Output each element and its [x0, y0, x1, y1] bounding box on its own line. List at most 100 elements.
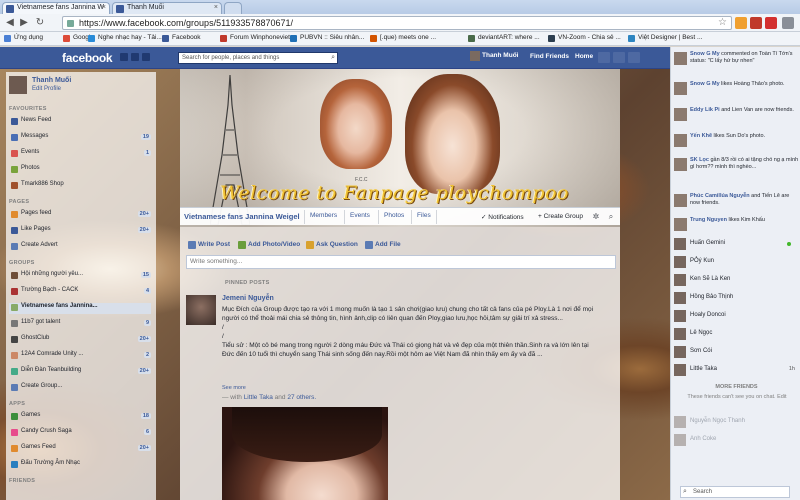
- chat-contact[interactable]: Hồng Bảo Thịnh: [674, 291, 799, 305]
- chat-contact-offline[interactable]: Nguyễn Ngọc Thanh: [674, 415, 799, 429]
- tagged-others-link[interactable]: 27 others.: [287, 394, 316, 401]
- avatar[interactable]: [674, 134, 687, 147]
- avatar[interactable]: [9, 76, 27, 94]
- home-link[interactable]: Home: [575, 53, 593, 60]
- sidebar-group-item[interactable]: GhostClub 20+: [9, 335, 151, 346]
- sidebar-profile-name[interactable]: Thanh Muối: [32, 77, 71, 84]
- bookmark-item[interactable]: Nghe nhạc hay - Tải...: [88, 34, 162, 42]
- notifications-icon[interactable]: [142, 53, 150, 61]
- create-group-button[interactable]: + Create Group: [535, 211, 586, 223]
- bookmark-item[interactable]: VN-Zoom - Chia sẻ ...: [548, 34, 621, 42]
- chat-visibility-note[interactable]: These friends can't see you on chat. Edi…: [681, 394, 793, 401]
- sidebar-page-item[interactable]: Pages feed 20+: [9, 210, 151, 221]
- sidebar-favourite-item[interactable]: News Feed: [9, 117, 151, 128]
- ticker-story[interactable]: SK Lọc gần 8/3 rồi có ai tặng chó ng ạ m…: [674, 157, 799, 171]
- tab-members[interactable]: Members: [310, 212, 337, 219]
- back-arrow-icon[interactable]: ◀: [4, 17, 16, 29]
- chat-contact[interactable]: PỎý Kun: [674, 255, 799, 269]
- reload-icon[interactable]: ↻: [34, 17, 46, 29]
- extension-icon[interactable]: [735, 17, 747, 29]
- post-photo[interactable]: [222, 407, 388, 500]
- adblock-icon[interactable]: [765, 17, 777, 29]
- tab-photos[interactable]: Photos: [384, 212, 404, 219]
- sidebar-group-item[interactable]: Diễn Đàn Teanbuilding 20+: [9, 367, 151, 378]
- sidebar-favourite-item[interactable]: Tmark886 Shop: [9, 181, 151, 192]
- avatar[interactable]: [674, 108, 687, 121]
- ticker-actor[interactable]: Snow G My: [690, 51, 720, 57]
- messages-icon[interactable]: [131, 53, 139, 61]
- close-tab-icon[interactable]: ×: [214, 4, 218, 11]
- chat-contact[interactable]: Ken Sẽ Là Ken: [674, 273, 799, 287]
- avatar[interactable]: [674, 218, 687, 231]
- ticker-story[interactable]: Yến Khê likes Sun Do's photo.: [674, 133, 799, 147]
- chat-contact[interactable]: Lê Ngọc: [674, 327, 799, 341]
- ticker-story[interactable]: Snow G My commented on Toàn Tí Tớn's sta…: [674, 51, 799, 65]
- facebook-logo[interactable]: facebook: [62, 51, 113, 65]
- bookmark-item[interactable]: PUBVN :: Siêu nhân...: [290, 34, 364, 42]
- edit-profile-link[interactable]: Edit Profile: [32, 86, 61, 92]
- ticker-story[interactable]: Phúc Camillúa Nguyễn and Tiến Lê are now…: [674, 193, 799, 207]
- avatar[interactable]: [674, 52, 687, 65]
- bookmark-item[interactable]: Facebook: [162, 34, 201, 42]
- avatar[interactable]: [674, 158, 687, 171]
- sidebar-favourite-item[interactable]: Messages 19: [9, 133, 151, 144]
- bookmark-item[interactable]: deviantART: where ...: [468, 34, 540, 42]
- browser-tab[interactable]: Thanh Muối ×: [112, 2, 222, 14]
- find-friends-link[interactable]: Find Friends: [530, 53, 569, 60]
- chat-contact[interactable]: Sơn Cói: [674, 345, 799, 359]
- group-cover-photo[interactable]: F.C.C Welcome to Fanpage ploychompoo: [180, 69, 620, 227]
- facebook-search-input[interactable]: Search for people, places and things ⌕: [178, 52, 338, 64]
- search-icon[interactable]: ⌕: [605, 211, 617, 223]
- ticker-actor[interactable]: Phúc Camillúa Nguyễn: [690, 193, 750, 199]
- close-tab-icon[interactable]: ×: [102, 4, 106, 11]
- sidebar-app-item[interactable]: Games 18: [9, 412, 151, 423]
- ticker-actor[interactable]: Snow G My: [690, 81, 720, 87]
- new-tab-button[interactable]: [224, 2, 242, 14]
- sidebar-page-item[interactable]: Like Pages 20+: [9, 226, 151, 237]
- bookmark-item[interactable]: Forum Winphoneviet: [220, 34, 290, 42]
- chat-contact[interactable]: Little Taka 1h: [674, 363, 799, 377]
- friend-requests-icon[interactable]: [120, 53, 128, 61]
- ticker-actor[interactable]: Yến Khê: [690, 133, 712, 139]
- bookmark-item[interactable]: Ứng dụng: [4, 34, 43, 42]
- search-icon[interactable]: ⌕: [331, 54, 335, 62]
- chat-contact-offline[interactable]: Anh Coke: [674, 433, 799, 447]
- add-photo-video-tab[interactable]: Add Photo/Video: [238, 241, 300, 249]
- extension-icon[interactable]: [750, 17, 762, 29]
- group-name[interactable]: Vietnamese fans Jannina Weigel: [184, 212, 300, 221]
- chat-contact[interactable]: Huấn Gemini: [674, 237, 799, 251]
- sidebar-group-item[interactable]: 12A4 Comrade Unity ... 2: [9, 351, 151, 362]
- avatar[interactable]: [674, 82, 687, 95]
- sidebar-group-item[interactable]: Vietnamese fans Jannina...: [9, 303, 151, 314]
- sidebar-favourite-item[interactable]: Photos: [9, 165, 151, 176]
- notifications-button[interactable]: ✓ Notifications: [478, 211, 527, 223]
- sidebar-group-item[interactable]: Create Group...: [9, 383, 151, 394]
- ask-question-tab[interactable]: Ask Question: [306, 241, 358, 249]
- chat-contact[interactable]: Hoaly Doncoi: [674, 309, 799, 323]
- friends-icon[interactable]: [598, 52, 610, 63]
- ticker-story[interactable]: Trung Nguyen likes Kim Khấu: [674, 217, 799, 231]
- sidebar-group-item[interactable]: Trường Bạch - CACK 4: [9, 287, 151, 298]
- chat-search-input[interactable]: ⌕ Search: [680, 486, 790, 498]
- sidebar-group-item[interactable]: 11b7 got talent 9: [9, 319, 151, 330]
- ticker-actor[interactable]: SK Lọc: [690, 157, 709, 163]
- url-input[interactable]: https://www.facebook.com/groups/51193357…: [62, 16, 732, 30]
- sidebar-app-item[interactable]: Candy Crush Saga 6: [9, 428, 151, 439]
- tab-files[interactable]: Files: [417, 212, 431, 219]
- avatar[interactable]: [674, 194, 687, 207]
- write-something-input[interactable]: Write something...: [186, 255, 616, 269]
- tagged-friend-link[interactable]: Little Taka: [244, 394, 273, 401]
- browser-tab-active[interactable]: Vietnamese fans Jannina W ×: [2, 2, 110, 14]
- post-author[interactable]: Jemeni Nguyễn: [222, 295, 274, 302]
- forward-arrow-icon[interactable]: ▶: [18, 17, 30, 29]
- ticker-story[interactable]: Eddy Lik Pi and Lien Van are now friends…: [674, 107, 799, 121]
- bookmark-star-icon[interactable]: ☆: [718, 17, 727, 28]
- sidebar-app-item[interactable]: Đấu Trường Âm Nhạc: [9, 460, 151, 471]
- add-file-tab[interactable]: Add File: [365, 241, 401, 249]
- ticker-actor[interactable]: Eddy Lik Pi: [690, 107, 720, 113]
- menu-icon[interactable]: [782, 17, 794, 29]
- ticker-actor[interactable]: Trung Nguyen: [690, 217, 727, 223]
- sidebar-favourite-item[interactable]: Events 1: [9, 149, 151, 160]
- tab-events[interactable]: Events: [350, 212, 370, 219]
- sidebar-group-item[interactable]: Hội những người yêu... 15: [9, 271, 151, 282]
